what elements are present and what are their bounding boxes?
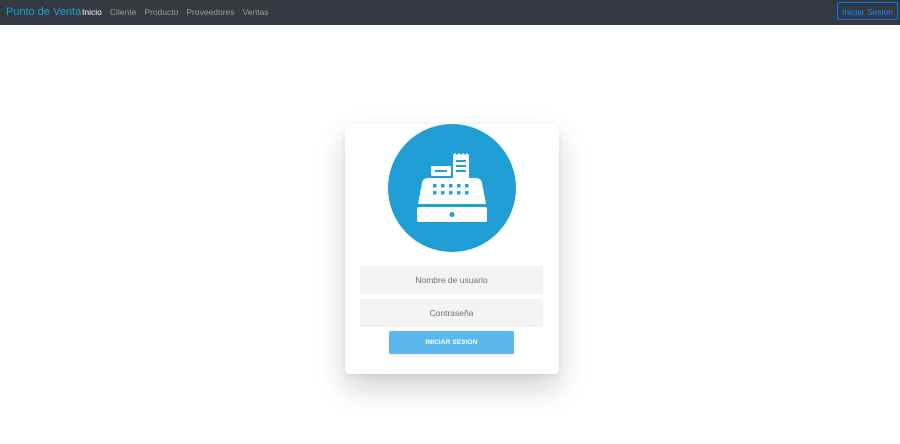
top-navbar: Punto de Venta Inicio Cliente Producto P… [0,0,900,25]
username-field[interactable] [360,266,543,294]
nav-links: Inicio Cliente Producto Proveedores Vent… [82,6,277,18]
brand-link[interactable]: Punto de Venta [6,5,81,19]
nav-link-ventas[interactable]: Ventas [243,6,269,18]
nav-link-inicio[interactable]: Inicio [82,6,102,18]
password-field[interactable] [360,299,543,327]
login-card: INICIAR SESION [345,124,559,374]
nav-link-cliente[interactable]: Cliente [110,6,136,18]
login-submit-button[interactable]: INICIAR SESION [389,331,514,354]
nav-link-producto[interactable]: Producto [144,6,178,18]
navbar-login-button[interactable]: Iniciar Sesion [836,2,898,20]
nav-link-proveedores[interactable]: Proveedores [186,6,234,18]
cash-register-icon [417,153,487,222]
avatar-circle [388,124,516,252]
